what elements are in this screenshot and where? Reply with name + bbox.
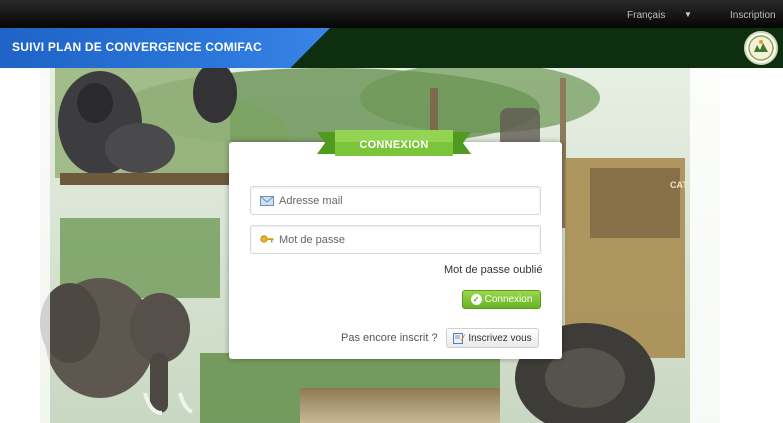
forgot-password-link[interactable]: Mot de passe oublié	[444, 264, 542, 276]
svg-text:CAT: CAT	[670, 180, 688, 190]
email-input[interactable]	[279, 187, 534, 214]
check-icon: ✓	[470, 294, 482, 305]
not-registered-text: Pas encore inscrit ?	[341, 332, 438, 344]
envelope-icon	[260, 196, 274, 206]
connect-button[interactable]: ✓ Connexion	[462, 290, 541, 309]
comifac-logo-icon	[744, 31, 778, 65]
email-field[interactable]	[250, 186, 541, 215]
password-input[interactable]	[279, 226, 534, 253]
signup-button-label: Inscrivez vous	[468, 332, 532, 344]
top-bar: Français ▼ Inscription	[0, 0, 783, 28]
signup-link[interactable]: Inscription	[730, 10, 776, 21]
logo-graphic	[748, 35, 774, 61]
edit-icon	[453, 333, 466, 344]
language-selector[interactable]: Français	[627, 10, 665, 21]
key-icon	[260, 235, 274, 243]
page-title: SUIVI PLAN DE CONVERGENCE COMIFAC	[12, 40, 262, 54]
password-field[interactable]	[250, 225, 541, 254]
connexion-title: CONNEXION	[359, 139, 429, 151]
signup-button[interactable]: Inscrivez vous	[446, 328, 539, 348]
chevron-down-icon[interactable]: ▼	[684, 10, 692, 19]
connect-button-label: Connexion	[484, 294, 533, 305]
header: SUIVI PLAN DE CONVERGENCE COMIFAC	[0, 28, 783, 68]
